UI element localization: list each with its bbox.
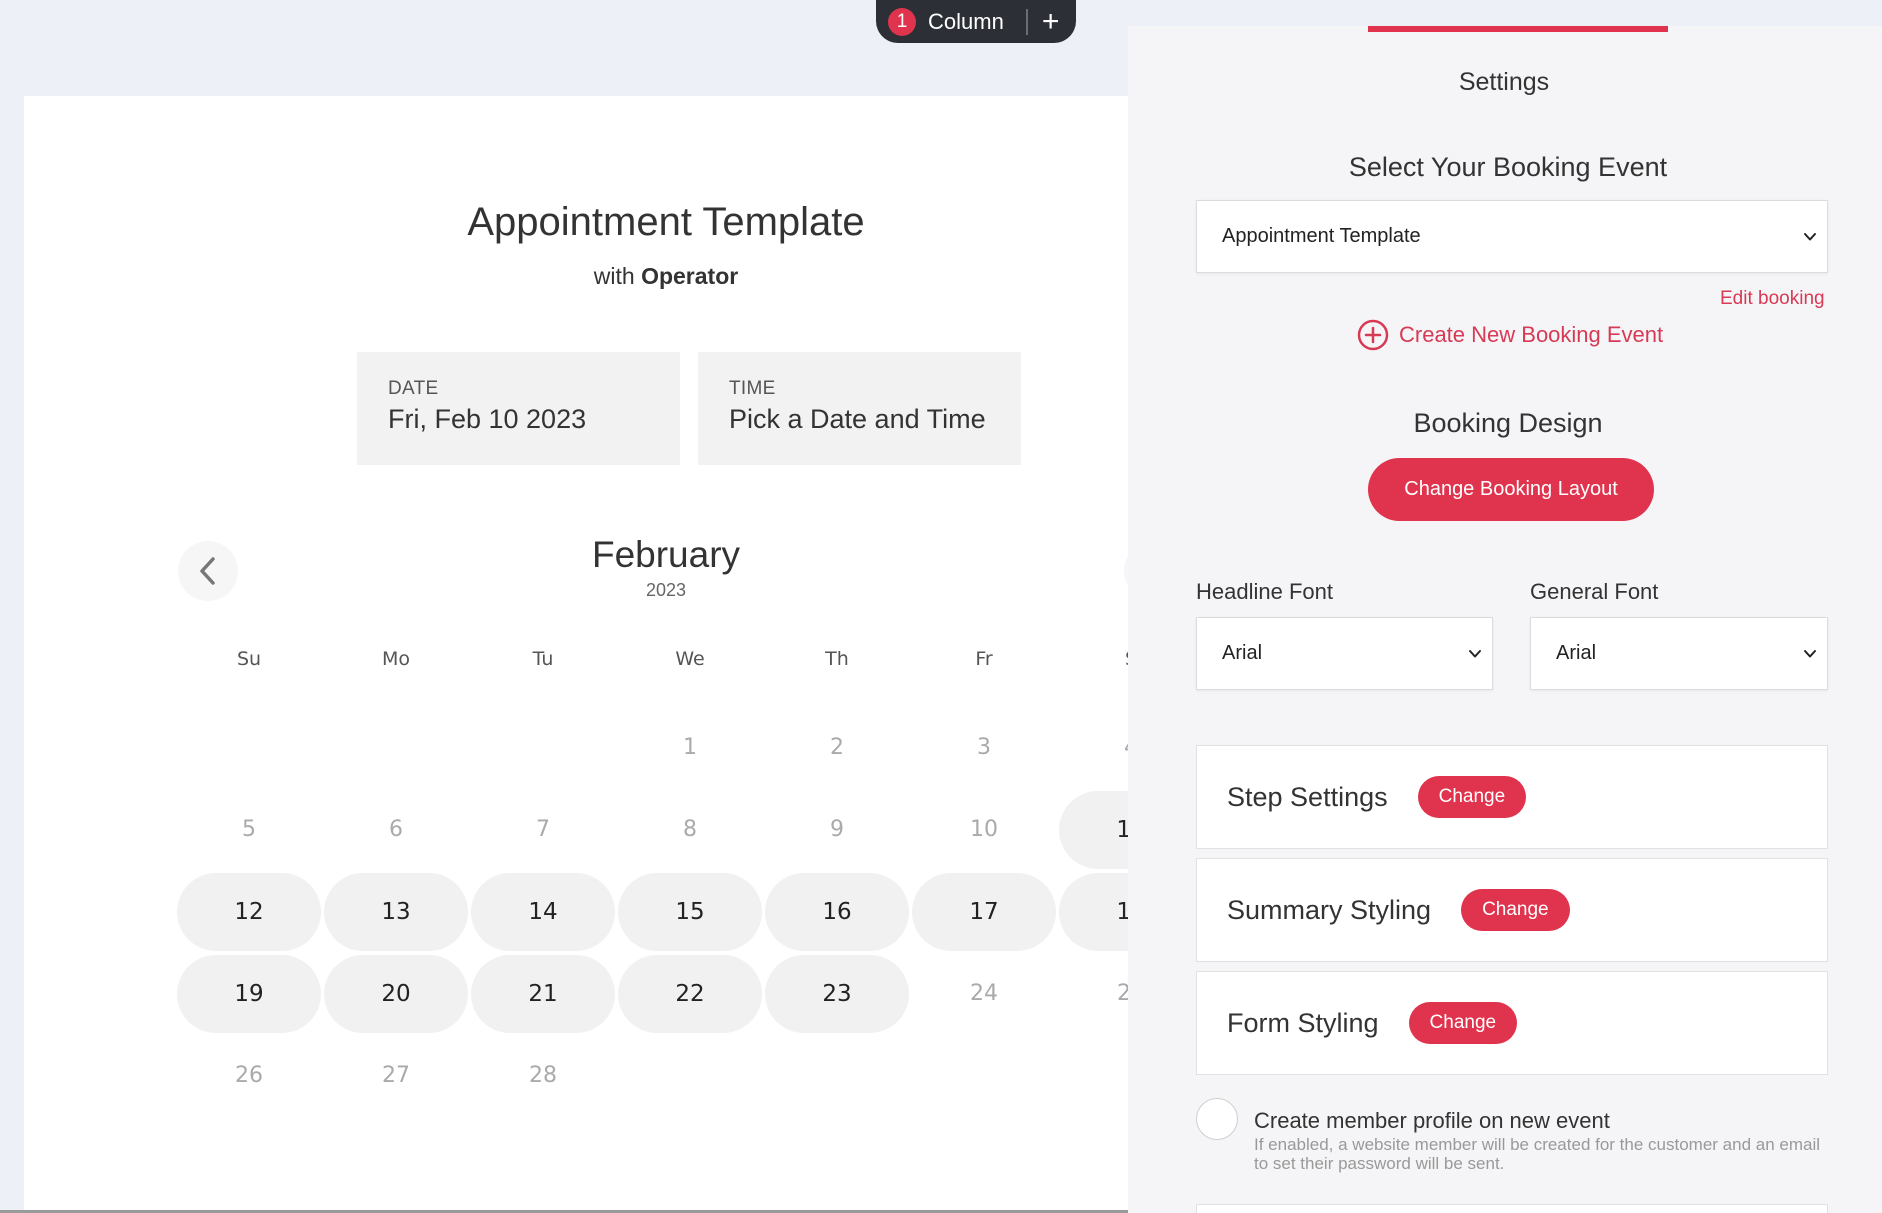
calendar-day[interactable]: 21 [471, 955, 615, 1033]
calendar-day[interactable]: 14 [471, 873, 615, 951]
appointment-title: Appointment Template [467, 200, 865, 244]
general-font-value: Arial [1556, 642, 1597, 664]
calendar-day[interactable]: 12 [177, 873, 321, 951]
calendar-day: 1 [683, 735, 697, 760]
member-profile-title: Create member profile on new event [1254, 1108, 1610, 1133]
calendar-day[interactable]: 15 [618, 873, 762, 951]
calendar-day[interactable]: 19 [177, 955, 321, 1033]
calendar-day[interactable]: 17 [912, 873, 1056, 951]
general-font-label: General Font [1530, 579, 1659, 604]
with-prefix: with [593, 263, 635, 289]
next-card-edge [1196, 1204, 1828, 1213]
form-styling-change-button[interactable]: Change [1408, 1002, 1518, 1044]
calendar-day: 4 [1059, 709, 1128, 787]
calendar-day: 24 [970, 981, 998, 1006]
calendar-day: 2 [830, 735, 844, 760]
chevron-down-icon [1804, 232, 1816, 240]
member-profile-description: If enabled, a website member will be cre… [1254, 1135, 1821, 1173]
weekday-header: Su [236, 648, 262, 670]
calendar-day[interactable]: 20 [324, 955, 468, 1033]
general-font-select[interactable]: Arial [1530, 617, 1828, 690]
edit-booking-link[interactable]: Edit booking [1720, 288, 1825, 310]
calendar-day: 6 [389, 817, 403, 842]
date-card: DATE Fri, Feb 10 2023 [357, 352, 680, 465]
change-booking-layout-button[interactable]: Change Booking Layout [1368, 458, 1654, 521]
calendar-day[interactable]: 18 [1059, 873, 1128, 951]
calendar-day: 9 [830, 817, 844, 842]
time-label: TIME [729, 378, 776, 399]
calendar-day[interactable]: 13 [324, 873, 468, 951]
column-toolbar[interactable]: 1 Column + [876, 0, 1076, 43]
settings-panel: Settings Select Your Booking Event Appoi… [1128, 26, 1882, 1213]
step-settings-title: Step Settings [1227, 781, 1388, 812]
headline-font-value: Arial [1222, 642, 1263, 664]
calendar-day[interactable]: 22 [618, 955, 762, 1033]
plus-icon[interactable]: + [1042, 6, 1060, 37]
create-link-label: Create New Booking Event [1399, 322, 1664, 347]
calendar-day: 25 [1117, 981, 1128, 1006]
headline-font-select[interactable]: Arial [1196, 617, 1493, 690]
booking-canvas: Appointment Template with Operator DATE … [24, 96, 1128, 1213]
select-event-heading: Select Your Booking Event [1348, 152, 1668, 182]
chevron-down-icon [1469, 649, 1481, 657]
calendar-day: 8 [683, 817, 697, 842]
create-booking-event-link[interactable]: Create New Booking Event [1357, 319, 1663, 351]
headline-font-label: Headline Font [1196, 579, 1333, 604]
calendar-day: 3 [977, 735, 991, 760]
step-settings-card: Step Settings Change [1196, 745, 1828, 849]
booking-event-value: Appointment Template [1222, 225, 1421, 247]
calendar-day[interactable]: 16 [765, 873, 909, 951]
weekday-header: We [675, 648, 705, 670]
weekday-header: S [1059, 648, 1128, 670]
summary-styling-title: Summary Styling [1227, 894, 1432, 925]
month-year: 2023 [645, 580, 687, 600]
calendar-day[interactable]: 11 [1059, 791, 1128, 869]
weekday-header: Th [825, 648, 849, 670]
calendar-day: 7 [536, 817, 550, 842]
plus-circle-icon [1357, 319, 1389, 351]
date-label: DATE [388, 378, 439, 399]
weekday-header: Fr [975, 648, 993, 670]
time-value: Pick a Date and Time [729, 404, 986, 434]
chevron-down-icon [1804, 649, 1816, 657]
column-label[interactable]: Column [928, 9, 1004, 35]
date-value: Fri, Feb 10 2023 [388, 404, 587, 434]
time-card: TIME Pick a Date and Time [698, 352, 1021, 465]
summary-styling-change-button[interactable]: Change [1461, 889, 1570, 931]
calendar-day: 10 [970, 817, 998, 842]
toolbar-divider [1025, 8, 1028, 35]
form-styling-card: Form Styling Change [1196, 971, 1828, 1075]
booking-event-select[interactable]: Appointment Template [1196, 200, 1828, 273]
weekday-header: Tu [532, 648, 554, 670]
month-name: February [591, 534, 741, 575]
calendar-day: 27 [382, 1063, 410, 1088]
form-styling-title: Form Styling [1227, 1007, 1379, 1038]
panel-title: Settings [1458, 68, 1550, 96]
step-settings-change-button[interactable]: Change [1417, 776, 1527, 818]
summary-styling-card: Summary Styling Change [1196, 858, 1828, 962]
weekday-header: Mo [381, 648, 411, 670]
panel-accent-bar [1368, 26, 1668, 32]
calendar-day: 26 [235, 1063, 263, 1088]
operator-name: Operator [641, 263, 739, 289]
calendar-day[interactable]: 23 [765, 955, 909, 1033]
appointment-with: with Operator [24, 263, 1128, 290]
calendar-day: 5 [242, 817, 256, 842]
column-count-badge: 1 [888, 7, 916, 36]
member-profile-toggle[interactable] [1196, 1098, 1238, 1140]
calendar-day: 28 [529, 1063, 557, 1088]
booking-design-heading: Booking Design [1413, 408, 1603, 438]
